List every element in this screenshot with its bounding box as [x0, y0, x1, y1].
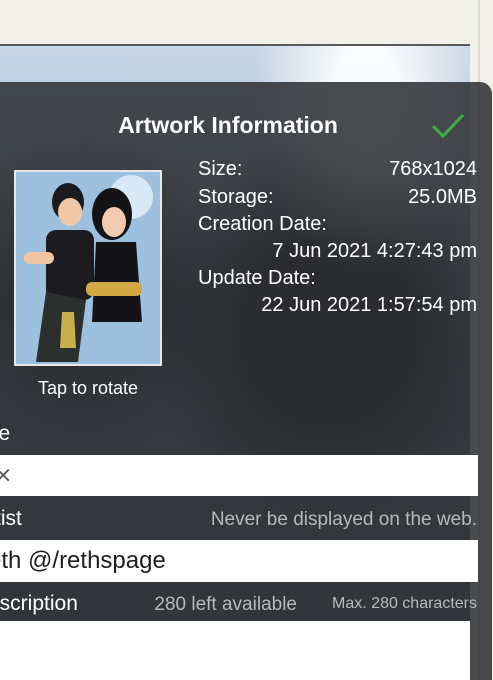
storage-label: Storage:: [198, 186, 274, 208]
artist-field-label: rtist: [0, 507, 22, 530]
description-max-hint: Max. 280 characters: [332, 595, 477, 612]
artist-input[interactable]: eth @/rethspage: [0, 540, 478, 582]
title-input[interactable]: ⨯: [0, 455, 478, 496]
update-date-value: 22 Jun 2021 1:57:54 pm: [261, 294, 477, 316]
title-input-value: ⨯: [0, 462, 13, 487]
artwork-preview-image: [16, 172, 160, 364]
artist-input-value: eth @/rethspage: [0, 547, 166, 574]
description-remaining-count: 280 left available: [154, 594, 297, 615]
title-field-label: tle: [0, 422, 11, 445]
creation-date-value: 7 Jun 2021 4:27:43 pm: [272, 240, 477, 262]
description-field-label: escription: [0, 592, 78, 615]
storage-value: 25.0MB: [408, 186, 477, 208]
update-date-label: Update Date:: [198, 267, 316, 289]
size-value: 768x1024: [389, 158, 477, 180]
tap-to-rotate-label: Tap to rotate: [37, 378, 139, 398]
size-label: Size:: [198, 158, 243, 180]
confirm-checkmark-icon[interactable]: [430, 112, 466, 140]
description-textarea[interactable]: [0, 621, 470, 680]
artwork-thumbnail[interactable]: [14, 170, 162, 366]
artwork-top-border: [0, 44, 470, 46]
artist-privacy-hint: Never be displayed on the web.: [210, 509, 477, 530]
dialog-title: Artwork Information: [118, 112, 338, 138]
creation-date-label: Creation Date:: [198, 213, 327, 235]
